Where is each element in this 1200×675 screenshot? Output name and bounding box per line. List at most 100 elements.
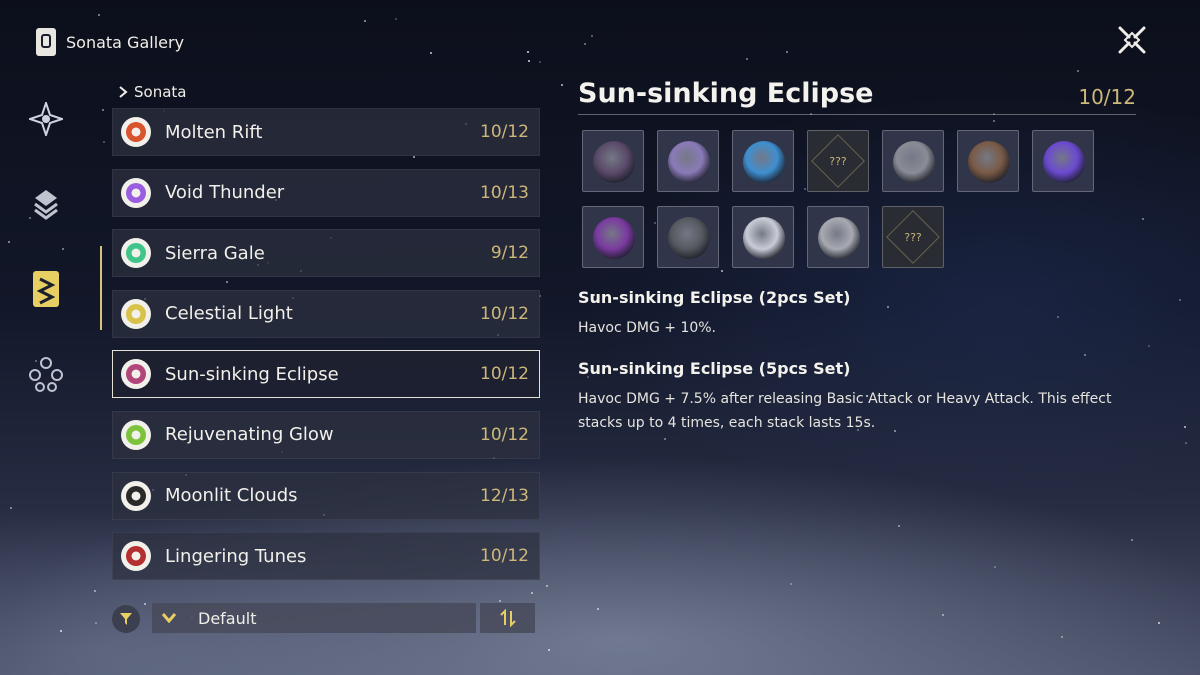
echo-slot-unknown[interactable]: ??? (882, 206, 944, 268)
background-star (95, 621, 98, 624)
sonata-name: Sun-sinking Eclipse (165, 363, 339, 385)
havoc-icon (121, 359, 151, 390)
sonata-count: 9/12 (490, 243, 529, 264)
echo-slot[interactable] (732, 130, 794, 192)
background-star (1076, 70, 1079, 73)
sonata-count: 12/13 (480, 485, 529, 506)
rail-layers-button[interactable] (22, 180, 70, 228)
background-star (1142, 218, 1145, 221)
sonata-list-item[interactable]: Void Thunder 10/13 (112, 168, 540, 217)
rail-sonata-button[interactable] (22, 265, 70, 313)
breadcrumb[interactable]: Sonata (118, 83, 186, 101)
echo-slot[interactable] (582, 130, 644, 192)
sonata-list-item[interactable]: Sierra Gale 9/12 (112, 229, 540, 278)
unknown-echo-label: ??? (904, 230, 922, 244)
sort-order-button[interactable] (480, 603, 535, 633)
sonata-count: 10/12 (480, 364, 529, 385)
chevron-down-icon (162, 613, 176, 623)
purple-orb-beast-echo-icon (668, 141, 710, 183)
background-star (101, 109, 104, 112)
sonata-card-icon (33, 271, 59, 307)
sonata-name: Lingering Tunes (165, 545, 307, 567)
white-dragon-echo-icon (743, 217, 785, 259)
filter-button[interactable] (112, 605, 140, 633)
background-star (992, 119, 995, 122)
armored-knight-echo-icon (893, 141, 935, 183)
echo-slot-unknown[interactable]: ??? (807, 130, 869, 192)
effect-2pc-description: Havoc DMG + 10%. (578, 320, 717, 336)
tentacle-orb-echo-icon (593, 217, 635, 259)
background-star (789, 583, 792, 586)
sonata-gallery-logo-icon (36, 28, 56, 56)
background-star (1060, 636, 1063, 639)
sonata-list-item[interactable]: Moonlit Clouds 12/13 (112, 471, 540, 520)
background-star (429, 51, 432, 54)
sonata-count: 10/12 (480, 303, 529, 324)
aero-icon (121, 238, 151, 269)
clouds-icon (121, 480, 151, 511)
node-tree-icon (29, 357, 63, 392)
sonata-name: Rejuvenating Glow (165, 424, 334, 446)
sonata-list-item[interactable]: Celestial Light 10/12 (112, 289, 540, 338)
echo-slot[interactable] (582, 206, 644, 268)
background-star (1183, 426, 1186, 429)
effect-2pc-title: Sun-sinking Eclipse (2pcs Set) (578, 288, 851, 307)
effect-5pc-title: Sun-sinking Eclipse (5pcs Set) (578, 359, 851, 378)
background-star (993, 565, 996, 568)
sonata-name: Sierra Gale (165, 242, 265, 264)
background-star (1184, 442, 1187, 445)
background-star (1147, 345, 1150, 348)
rail-node-tree-button[interactable] (22, 350, 70, 398)
healing-icon (121, 419, 151, 450)
sonata-list-item[interactable]: Lingering Tunes 10/12 (112, 532, 540, 581)
app-header: Sonata Gallery (36, 28, 184, 56)
background-star (1178, 299, 1181, 302)
background-star (10, 507, 13, 510)
rail-active-indicator (100, 246, 102, 330)
sonata-list-item[interactable]: Rejuvenating Glow 10/12 (112, 410, 540, 459)
background-star (1158, 621, 1161, 624)
sonata-list-item[interactable]: Sun-sinking Eclipse 10/12 (112, 350, 540, 399)
stacked-layers-icon (34, 190, 58, 220)
background-star (538, 60, 541, 63)
background-star (897, 525, 900, 527)
background-star (941, 613, 944, 616)
sonata-list: Molten Rift 10/12 Void Thunder 10/13 Sierra … (112, 108, 540, 593)
echo-slot[interactable] (732, 206, 794, 268)
echo-slot[interactable] (657, 206, 719, 268)
detail-divider (578, 114, 1136, 115)
sonata-count: 10/12 (480, 122, 529, 142)
echo-slot[interactable] (1032, 130, 1094, 192)
sort-dropdown[interactable]: Default (152, 603, 476, 633)
violet-flower-echo-icon (1043, 141, 1085, 183)
background-star (561, 83, 564, 86)
echo-slot[interactable] (957, 130, 1019, 192)
background-star (498, 599, 501, 602)
background-star (746, 57, 749, 60)
background-star (93, 589, 96, 592)
app-title: Sonata Gallery (66, 32, 185, 52)
background-star (590, 34, 593, 37)
detail-title: Sun-sinking Eclipse (578, 78, 874, 109)
background-star (526, 50, 529, 53)
background-star (97, 14, 100, 17)
crystal-beast-echo-icon (743, 141, 785, 183)
background-star (663, 437, 666, 440)
background-star (527, 60, 530, 62)
star-compass-icon (29, 102, 63, 136)
echo-slot[interactable] (882, 130, 944, 192)
echo-slot[interactable] (657, 130, 719, 192)
breadcrumb-label: Sonata (134, 83, 187, 101)
close-button[interactable] (1116, 24, 1148, 56)
sort-label: Default (198, 608, 257, 628)
wolf-echo-icon (668, 217, 710, 259)
unknown-echo-label: ??? (829, 154, 847, 168)
rail-star-compass-button[interactable] (22, 95, 70, 143)
chevron-right-icon (119, 86, 128, 98)
side-rail (22, 95, 74, 435)
fusion-icon (121, 117, 151, 147)
sonata-list-item[interactable]: Molten Rift 10/12 (112, 108, 540, 156)
echo-slot[interactable] (807, 206, 869, 268)
background-star (8, 241, 11, 244)
detail-count: 10/12 (1078, 85, 1136, 109)
